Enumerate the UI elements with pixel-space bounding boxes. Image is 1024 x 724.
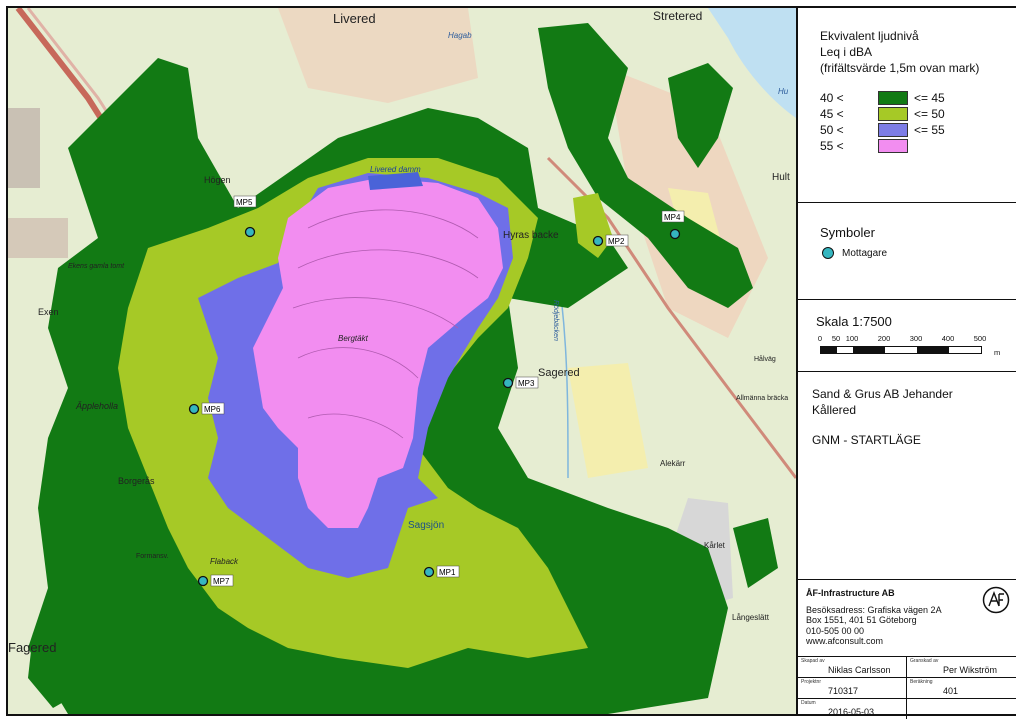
meta-calc-no: Beräkning 401 (907, 677, 1016, 698)
scale-title: Skala 1:7500 (816, 314, 892, 329)
label-allmanna-bracka: Allmänna bräcka (736, 395, 788, 402)
company-info: ÅF-Infrastructure AB Besöksadress: Grafi… (806, 588, 942, 646)
legend-swatch-45-50 (878, 107, 908, 121)
legend-rows: 40 < <= 45 45 < <= 50 50 < <= 55 55 < (820, 90, 945, 154)
label-bergtakt: Bergtäkt (338, 334, 369, 343)
company-name: ÅF-Infrastructure AB (806, 588, 895, 598)
legend-swatch-55-plus (878, 139, 908, 153)
label-alekarr: Alekärr (660, 459, 686, 468)
label-karlet: Kårlet (704, 541, 726, 550)
label-livered-damm: Livered damm (370, 165, 421, 174)
receiver-mp2[interactable]: MP2 (592, 234, 629, 247)
legend-row-55-plus: 55 < (820, 138, 945, 154)
label-applekulla: Äppleholla (75, 401, 118, 411)
symbol-receiver: Mottagare (822, 247, 887, 259)
project-place: Kållered (812, 403, 857, 417)
project-client: Sand & Grus AB Jehander (812, 387, 953, 401)
meta-date: Datum 2016-05-03 (798, 698, 907, 719)
symbols-title: Symboler (820, 225, 875, 240)
label-exen: Exen (38, 307, 59, 317)
project-info: Sand & Grus AB Jehander Kållered GNM - S… (812, 386, 953, 448)
map-canvas: MP1 MP2 MP3 MP4 MP5 MP6 MP7 Livered Stre… (8, 8, 796, 714)
scale-ticks: 0 50 100 200 300 400 500 (817, 334, 987, 343)
label-formansv: Formansv. (136, 553, 169, 560)
label-hogen: Högen (204, 175, 231, 185)
svg-text:MP1: MP1 (439, 568, 456, 577)
noise-map[interactable]: MP1 MP2 MP3 MP4 MP5 MP6 MP7 Livered Stre… (8, 8, 796, 714)
receiver-mp1[interactable]: MP1 (423, 565, 460, 578)
legend-swatch-50-55 (878, 123, 908, 137)
label-halvag: Hålväg (754, 355, 776, 363)
svg-text:MP2: MP2 (608, 237, 625, 246)
project-section: Sand & Grus AB Jehander Kållered GNM - S… (798, 372, 1016, 580)
label-langeslatt: Långeslätt (732, 613, 770, 622)
meta-created-by: Skapad av Niklas Carlsson (798, 656, 907, 677)
company-section: ÅF-Infrastructure AB Besöksadress: Grafi… (798, 580, 1016, 719)
label-hu: Hu (778, 87, 789, 96)
svg-text:MP6: MP6 (204, 405, 221, 414)
meta-project-no: Projektnr 710317 (798, 677, 907, 698)
legend-title: Ekvivalent ljudnivå Leq i dBA (frifältsv… (820, 29, 980, 75)
legend-row-40-45: 40 < <= 45 (820, 91, 945, 105)
scale-bar (820, 346, 982, 354)
svg-text:MP4: MP4 (664, 213, 681, 222)
receiver-mp6[interactable]: MP6 (188, 402, 225, 415)
legend-row-45-50: 45 < <= 50 (820, 107, 945, 121)
svg-text:MP7: MP7 (213, 577, 230, 586)
symbols-section: Symboler Mottagare (798, 203, 1016, 300)
label-stretered: Stretered (653, 9, 702, 23)
legend-section: Ekvivalent ljudnivå Leq i dBA (frifältsv… (798, 8, 1016, 203)
meta-checked-by: Granskad av Per Wikström (907, 656, 1016, 677)
legend-row-50-55: 50 < <= 55 (820, 123, 945, 137)
project-scenario: GNM - STARTLÄGE (812, 433, 921, 447)
legend-swatch-40-45 (878, 91, 908, 105)
label-rodjebacken: Rödjebäcken (552, 300, 559, 341)
label-sagered: Sagered (538, 367, 580, 379)
industrial-area-2 (8, 218, 68, 258)
label-hagab: Hagab (448, 31, 472, 40)
receiver-symbol-icon (822, 247, 834, 259)
label-flaback: Flaback (210, 557, 239, 566)
af-logo-icon (982, 586, 1010, 614)
title-block: Ekvivalent ljudnivå Leq i dBA (frifältsv… (796, 8, 1016, 719)
label-ekens: Ekens gamla tomt (68, 263, 125, 270)
scale-unit: m (994, 348, 1001, 357)
scale-section: Skala 1:7500 0 50 100 200 300 400 500 m (798, 300, 1016, 372)
label-hyras-backe: Hyras backe (503, 230, 559, 241)
label-sagsjon: Sagsjön (408, 520, 444, 531)
svg-text:MP3: MP3 (518, 379, 535, 388)
receiver-mp7[interactable]: MP7 (197, 574, 234, 587)
industrial-area (8, 108, 40, 188)
label-hult: Hult (772, 172, 790, 183)
meta-empty (907, 698, 1016, 719)
svg-text:MP5: MP5 (236, 198, 253, 207)
label-fagered: Fagered (8, 640, 56, 655)
receiver-mp3[interactable]: MP3 (502, 376, 539, 389)
label-livered: Livered (333, 11, 376, 26)
label-borgeras: Borgerås (118, 476, 155, 486)
